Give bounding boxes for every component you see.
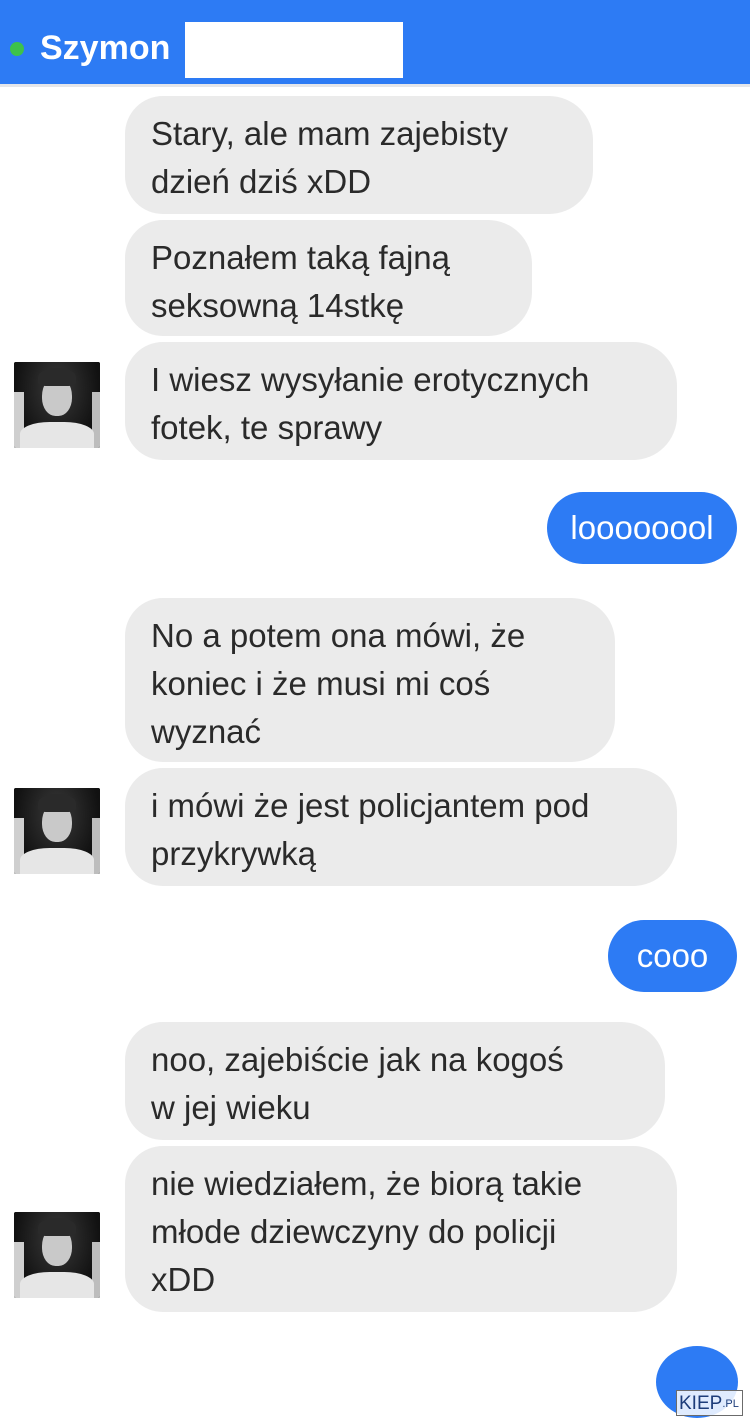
message-text: nie wiedziałem, że biorą takie młode dzi… [151,1165,583,1298]
chat-header: Szymon [0,0,750,84]
message-text: cooo [636,937,709,974]
message-incoming[interactable]: Stary, ale mam zajebisty dzień dziś xDD [125,96,593,214]
contact-avatar[interactable] [14,362,100,448]
message-text: I wiesz wysyłanie erotycznych fotek, te … [151,361,590,446]
header-divider [0,84,750,87]
message-text: No a potem ona mówi, że koniec i że musi… [151,617,526,750]
message-outgoing[interactable]: loooooool [547,492,737,564]
message-text: Poznałem taką fajną seksowną 14stkę [151,239,451,324]
message-outgoing[interactable]: cooo [608,920,737,992]
message-text: loooooool [570,509,714,546]
message-incoming[interactable]: No a potem ona mówi, że koniec i że musi… [125,598,615,762]
contact-avatar[interactable] [14,788,100,874]
watermark-logo: KIEP.PL [676,1390,743,1416]
message-incoming[interactable]: i mówi że jest policjantem pod przykrywk… [125,768,677,886]
message-incoming[interactable]: nie wiedziałem, że biorą takie młode dzi… [125,1146,677,1312]
contact-avatar[interactable] [14,1212,100,1298]
message-text: i mówi że jest policjantem pod przykrywk… [151,787,590,872]
redacted-surname [185,22,403,78]
contact-name[interactable]: Szymon [40,28,170,68]
message-incoming[interactable]: Poznałem taką fajną seksowną 14stkę [125,220,532,336]
message-incoming[interactable]: I wiesz wysyłanie erotycznych fotek, te … [125,342,677,460]
message-incoming[interactable]: noo, zajebiście jak na kogoś w jej wieku [125,1022,665,1140]
message-text: Stary, ale mam zajebisty dzień dziś xDD [151,115,509,200]
message-text: noo, zajebiście jak na kogoś w jej wieku [151,1041,564,1126]
online-status-icon [10,42,24,56]
